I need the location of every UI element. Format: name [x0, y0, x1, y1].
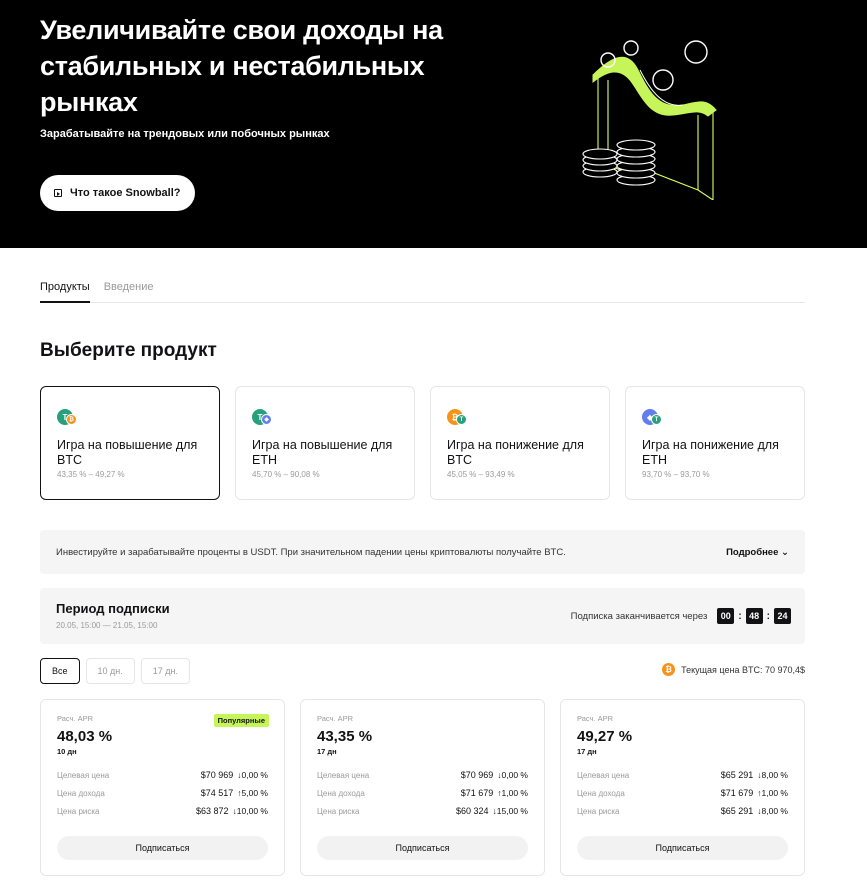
- duration-filter: Все 10 дн. 17 дн.: [40, 658, 190, 684]
- period-title: Период подписки: [56, 601, 170, 616]
- more-details-link[interactable]: Подробнее ⌄: [726, 547, 789, 558]
- risk-price-row: Цена риска $60 324 ↓15,00 %: [317, 806, 528, 816]
- subscribe-button[interactable]: Подписаться: [57, 836, 268, 860]
- current-btc-price: ₿ Текущая цена BTC: 70 970,4$: [662, 663, 805, 676]
- product-apr-range: 45,70 % – 90,08 %: [252, 470, 320, 479]
- usdt-btc-icon: T ₿: [57, 407, 83, 429]
- hero-subtitle: Зарабатывайте на трендовых или побочных …: [40, 128, 330, 140]
- offer-card: Расч. APR 49,27 % 17 дн Целевая цена $65…: [560, 699, 805, 876]
- play-icon: [54, 189, 62, 197]
- product-name: Игра на повышение для BTC: [57, 438, 198, 467]
- product-card-eth-down[interactable]: ◆ T Игра на понижение для ETH 93,70 % – …: [625, 386, 805, 500]
- apr-value: 49,27 %: [577, 728, 633, 745]
- product-name: Игра на понижение для BTC: [447, 438, 584, 467]
- tab-products[interactable]: Продукты: [40, 272, 90, 303]
- tab-introduction[interactable]: Введение: [104, 272, 154, 303]
- tab-bar: Продукты Введение: [40, 272, 805, 303]
- apr-value: 43,35 %: [317, 728, 373, 745]
- product-apr-range: 45,05 % – 93,49 %: [447, 470, 515, 479]
- product-info-bar: Инвестируйте и зарабатывайте проценты в …: [40, 530, 805, 574]
- eth-usdt-icon: ◆ T: [642, 407, 668, 429]
- countdown-hours: 00: [717, 608, 735, 624]
- product-list: T ₿ Игра на повышение для BTC 43,35 % – …: [40, 386, 805, 500]
- hero-banner: Увеличивайте свои доходы на стабильных и…: [0, 0, 867, 248]
- period-dates: 20.05, 15:00 — 21.05, 15:00: [56, 621, 158, 630]
- target-price-row: Целевая цена $65 291 ↓8,00 %: [577, 770, 788, 780]
- product-description: Инвестируйте и зарабатывайте проценты в …: [56, 546, 566, 558]
- what-is-snowball-button[interactable]: Что такое Snowball?: [40, 175, 195, 211]
- countdown-minutes: 48: [745, 608, 763, 624]
- chevron-down-icon: ⌄: [781, 546, 789, 558]
- countdown-label: Подписка заканчивается через: [570, 610, 708, 622]
- product-card-btc-down[interactable]: ₿ T Игра на понижение для BTC 45,05 % – …: [430, 386, 610, 500]
- product-apr-range: 43,35 % – 49,27 %: [57, 470, 125, 479]
- yield-price-row: Цена дохода $74 517 ↑5,00 %: [57, 788, 268, 798]
- filter-17-days[interactable]: 17 дн.: [140, 658, 190, 684]
- offer-card: Расч. APR 43,35 % 17 дн Целевая цена $70…: [300, 699, 545, 876]
- apr-label: Расч. APR: [577, 714, 614, 723]
- subscribe-button[interactable]: Подписаться: [317, 836, 528, 860]
- apr-label: Расч. APR: [317, 714, 354, 723]
- countdown-seconds: 24: [774, 608, 791, 624]
- product-name: Игра на повышение для ETH: [252, 438, 393, 467]
- offer-list: Расч. APR 48,03 % 10 дн Популярные Целев…: [40, 699, 805, 876]
- countdown-timer: Подписка заканчивается через 00 : 48 : 2…: [571, 608, 791, 624]
- btc-usdt-icon: ₿ T: [447, 407, 473, 429]
- hero-illustration: [582, 40, 717, 200]
- product-card-eth-up[interactable]: T ◆ Игра на повышение для ETH 45,70 % – …: [235, 386, 415, 500]
- risk-price-row: Цена риска $65 291 ↓8,00 %: [577, 806, 788, 816]
- target-price-row: Целевая цена $70 969 ↓0,00 %: [57, 770, 268, 780]
- apr-value: 48,03 %: [57, 728, 113, 745]
- offer-card: Расч. APR 48,03 % 10 дн Популярные Целев…: [40, 699, 285, 876]
- product-card-btc-up[interactable]: T ₿ Игра на повышение для BTC 43,35 % – …: [40, 386, 220, 500]
- subscription-period-panel: Период подписки 20.05, 15:00 — 21.05, 15…: [40, 588, 805, 644]
- product-apr-range: 93,70 % – 93,70 %: [642, 470, 710, 479]
- what-is-snowball-label: Что такое Snowball?: [70, 187, 181, 199]
- term-days: 10 дн: [57, 747, 77, 756]
- btc-price-text: Текущая цена BTC: 70 970,4$: [681, 664, 805, 675]
- filter-10-days[interactable]: 10 дн.: [85, 658, 135, 684]
- popular-badge: Популярные: [213, 714, 269, 727]
- target-price-row: Целевая цена $70 969 ↓0,00 %: [317, 770, 528, 780]
- btc-icon: ₿: [662, 663, 676, 676]
- filter-all[interactable]: Все: [40, 658, 80, 684]
- usdt-eth-icon: T ◆: [252, 407, 278, 429]
- subscribe-button[interactable]: Подписаться: [577, 836, 788, 860]
- yield-price-row: Цена дохода $71 679 ↑1,00 %: [577, 788, 788, 798]
- risk-price-row: Цена риска $63 872 ↓10,00 %: [57, 806, 268, 816]
- hero-title: Увеличивайте свои доходы на стабильных и…: [40, 15, 443, 117]
- term-days: 17 дн: [317, 747, 337, 756]
- product-name: Игра на понижение для ETH: [642, 438, 779, 467]
- term-days: 17 дн: [577, 747, 597, 756]
- yield-price-row: Цена дохода $71 679 ↑1,00 %: [317, 788, 528, 798]
- section-title: Выберите продукт: [40, 340, 217, 361]
